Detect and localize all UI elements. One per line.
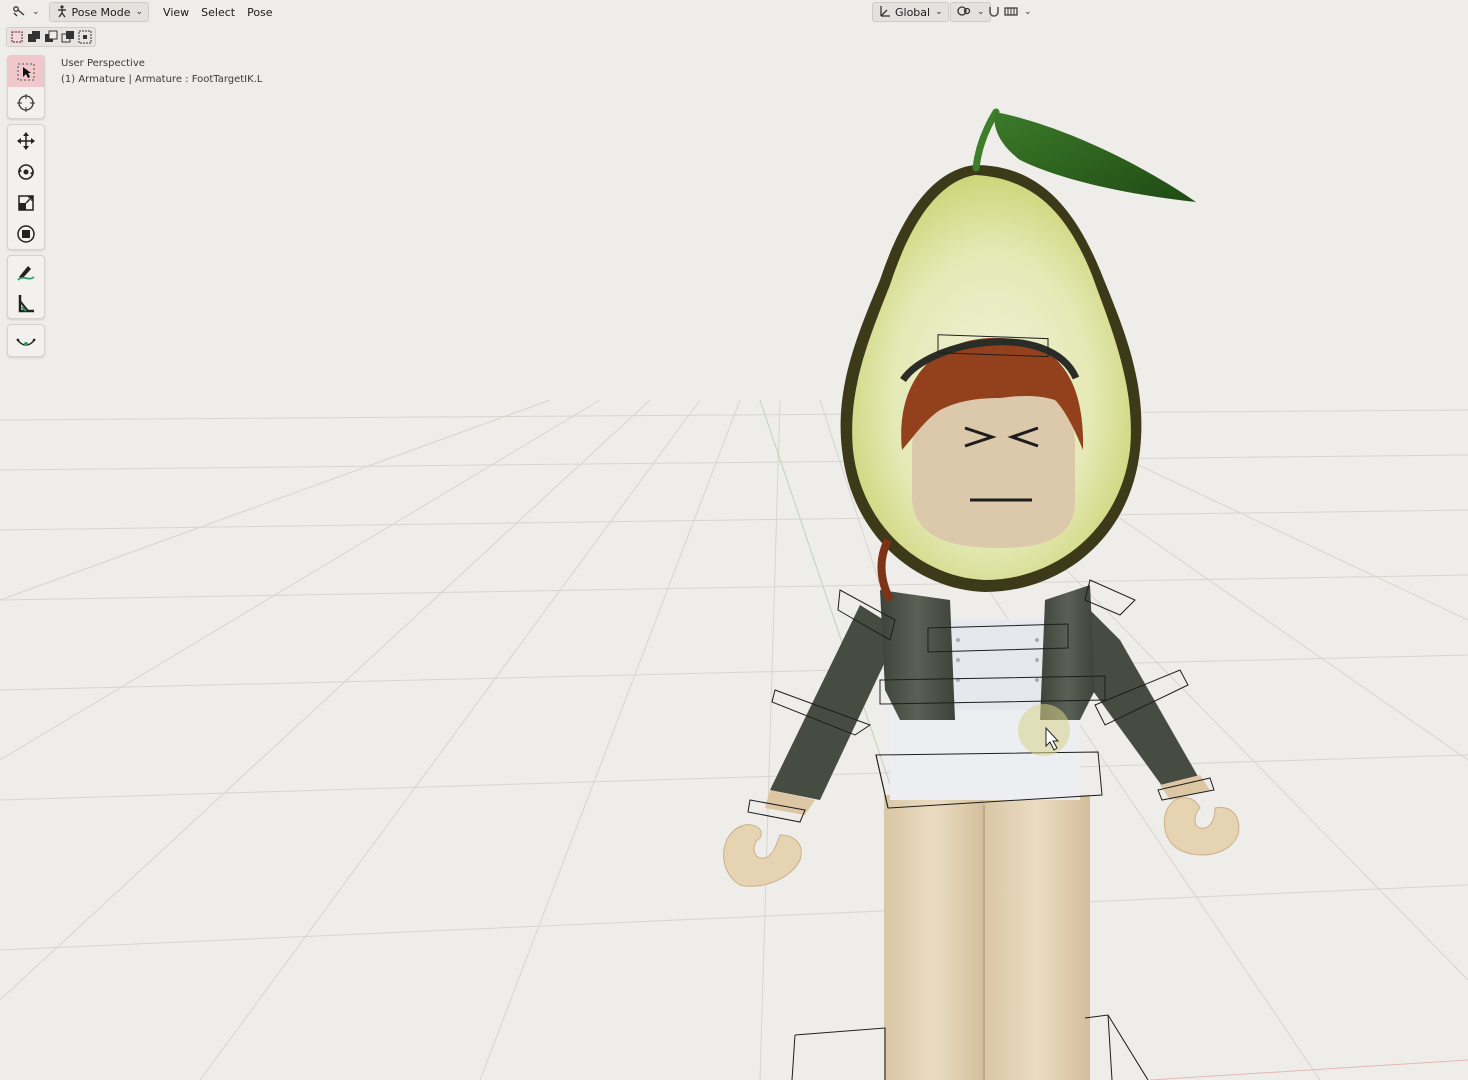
pose-figure-icon: [55, 4, 69, 21]
legs: [884, 795, 1090, 1080]
scale-icon[interactable]: [8, 187, 44, 218]
armature-pose-icon: [11, 4, 27, 21]
viewport-scene: [0, 108, 1468, 1080]
chevron-down-icon: ⌄: [135, 7, 144, 17]
editor-type-selector[interactable]: ⌄: [6, 3, 45, 21]
tool-group-annotate: [7, 255, 45, 319]
annotate-icon[interactable]: [8, 256, 44, 287]
tool-group-transform: [7, 124, 45, 250]
chevron-down-icon: ⌄: [935, 7, 943, 17]
proportional-editing-selector[interactable]: ⌄: [998, 3, 1037, 21]
tool-group-pose: [7, 324, 45, 357]
mode-selector[interactable]: Pose Mode ⌄: [48, 2, 150, 22]
transform-axes-icon: [878, 4, 892, 21]
transform-orientation-selector[interactable]: Global ⌄: [872, 2, 949, 22]
torso: [880, 585, 1095, 800]
select-subtract-icon[interactable]: [43, 29, 59, 45]
3d-viewport[interactable]: [0, 0, 1468, 1080]
menu-pose[interactable]: Pose: [241, 3, 278, 21]
tool-group-select: [7, 55, 45, 119]
mouse-cursor: [1018, 704, 1070, 756]
pivot-icon: [956, 4, 972, 21]
proportional-editing-icon: [1003, 4, 1019, 21]
tool-shelf: [7, 55, 45, 362]
selection-mode-group: [6, 27, 96, 47]
select-extend-icon[interactable]: [26, 29, 42, 45]
measure-icon[interactable]: [8, 287, 44, 318]
pose-relax-icon[interactable]: [8, 325, 44, 356]
menu-select[interactable]: Select: [195, 3, 241, 21]
select-new-icon[interactable]: [9, 29, 25, 45]
select-box-icon[interactable]: [8, 56, 44, 87]
select-intersect-icon[interactable]: [77, 29, 93, 45]
chevron-down-icon: ⌄: [32, 7, 40, 17]
menu-view[interactable]: View: [157, 3, 195, 21]
object-info: (1) Armature | Armature : FootTargetIK.L: [61, 74, 263, 85]
view-name: User Perspective: [61, 58, 145, 69]
viewport-header: ⌄ Pose Mode ⌄ View Select Pose Global ⌄ …: [0, 0, 1468, 24]
move-icon[interactable]: [8, 125, 44, 156]
orientation-label: Global: [895, 5, 931, 19]
cursor-icon[interactable]: [8, 87, 44, 118]
viewport-info: User Perspective (1) Armature | Armature…: [61, 56, 262, 88]
select-invert-icon[interactable]: [60, 29, 76, 45]
chevron-down-icon: ⌄: [1024, 7, 1032, 17]
mode-label: Pose Mode: [71, 5, 131, 19]
rotate-icon[interactable]: [8, 156, 44, 187]
transform-icon[interactable]: [8, 218, 44, 249]
floor-grid: [0, 399, 1468, 1080]
